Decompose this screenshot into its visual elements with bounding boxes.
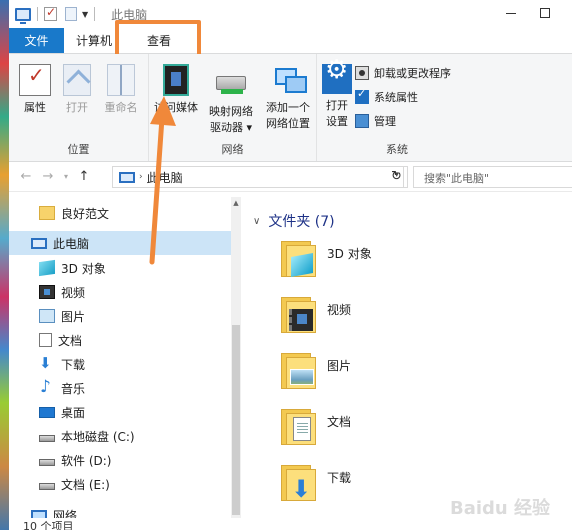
manage-icon: [355, 114, 369, 128]
open-settings-button[interactable]: 打开 设置: [321, 62, 353, 130]
properties-quick-access-icon[interactable]: [44, 5, 57, 21]
folder-3d-objects[interactable]: 3D 对象: [281, 241, 501, 291]
desktop-icon: [39, 406, 55, 418]
pictures-icon: [39, 309, 55, 323]
scroll-up-icon[interactable]: ▲: [231, 199, 241, 207]
nav-item-desktop[interactable]: 桌面: [9, 400, 231, 424]
up-arrow-icon[interactable]: ↑: [73, 169, 95, 184]
chevron-right-icon[interactable]: ›: [139, 172, 143, 182]
ribbon-tabs: 文件 计算机 查看: [9, 20, 572, 62]
nav-item-drive-c[interactable]: 本地磁盘 (C:): [9, 424, 231, 448]
this-pc-icon: [15, 7, 31, 24]
nav-item-videos[interactable]: 视频: [9, 280, 231, 304]
desktop-background-strip: [0, 0, 9, 530]
open-icon: [63, 64, 91, 96]
pictures-folder-icon: [281, 353, 317, 389]
access-media-button[interactable]: 访问媒体: [153, 64, 199, 116]
folder-documents[interactable]: 文档: [281, 409, 501, 459]
drive-icon: [39, 458, 55, 466]
network-location-icon: [273, 64, 307, 96]
quick-access-dropdown-icon[interactable]: ▼: [82, 10, 88, 19]
download-icon: [39, 354, 55, 372]
tab-file[interactable]: 文件: [9, 28, 64, 53]
properties-button[interactable]: 属性: [15, 64, 55, 116]
system-properties-icon: [355, 87, 369, 104]
nav-item-music[interactable]: 音乐: [9, 376, 231, 400]
properties-icon: [19, 64, 51, 96]
tab-view[interactable]: 查看: [124, 28, 194, 53]
tab-computer[interactable]: 计算机: [64, 28, 124, 53]
3d-objects-icon: [39, 259, 55, 277]
settings-gear-icon: [322, 62, 352, 94]
video-icon: [39, 285, 55, 299]
nav-item-favorite-folder[interactable]: 良好范文: [9, 201, 231, 225]
status-item-count: 10 个项目: [9, 518, 241, 530]
drive-icon: [39, 434, 55, 442]
folder-icon: [39, 206, 55, 220]
ribbon: 属性 打开 重命名 位置 访问媒体 映射网络 驱动器 ▾: [9, 54, 572, 162]
baidu-watermark: Baidu 经验: [449, 498, 550, 519]
media-icon: [163, 64, 189, 96]
content-pane: ∨ 文件夹 (7) 3D 对象 视频 图片 文档 下载: [241, 197, 572, 530]
recent-locations-icon[interactable]: ▾: [59, 172, 73, 181]
drive-icon: [39, 482, 55, 490]
music-icon: [39, 377, 55, 397]
address-row: ← → ▾ ↑ › 此电脑 ▾ ↻ 搜索"此电脑": [9, 162, 572, 192]
map-network-drive-button[interactable]: 映射网络 驱动器 ▾: [203, 64, 259, 136]
nav-item-3d-objects[interactable]: 3D 对象: [9, 256, 231, 280]
uninstall-programs-button[interactable]: 卸载或更改程序: [355, 62, 451, 84]
network-group-label: 网络: [221, 143, 244, 156]
nav-item-drive-d[interactable]: 软件 (D:): [9, 448, 231, 472]
title-bar: ▼ 此电脑: [9, 0, 572, 28]
uninstall-icon: [355, 66, 369, 80]
refresh-button[interactable]: ↻: [386, 166, 408, 188]
rename-button[interactable]: 重命名: [99, 64, 143, 116]
nav-scrollbar-thumb[interactable]: [232, 325, 240, 515]
download-folder-icon: [281, 465, 317, 503]
window-title: 此电脑: [111, 7, 148, 22]
file-explorer-window: ▼ 此电脑 文件 计算机 查看 属性 打开 重命名 位置: [9, 0, 572, 530]
address-path: 此电脑: [146, 170, 183, 185]
nav-item-this-pc[interactable]: 此电脑: [9, 231, 231, 255]
nav-item-pictures[interactable]: 图片: [9, 304, 231, 328]
this-pc-icon: [119, 171, 135, 183]
navigation-pane: 良好范文 此电脑 3D 对象 视频 图片 文档 下载 音乐: [9, 197, 241, 530]
folder-videos[interactable]: 视频: [281, 297, 501, 347]
forward-arrow-icon[interactable]: →: [37, 169, 59, 184]
this-pc-icon: [31, 237, 47, 249]
maximize-button[interactable]: [540, 8, 550, 18]
system-properties-button[interactable]: 系统属性: [355, 86, 418, 108]
network-group: 访问媒体 映射网络 驱动器 ▾ 添加一个 网络位置 网络: [149, 54, 317, 161]
back-arrow-icon[interactable]: ←: [15, 169, 37, 184]
video-folder-icon: [281, 297, 317, 333]
system-group-label: 系统: [386, 143, 408, 156]
minimize-button[interactable]: [506, 13, 516, 14]
add-network-location-button[interactable]: 添加一个 网络位置: [261, 64, 315, 132]
nav-item-documents[interactable]: 文档: [9, 328, 231, 352]
location-group-label: 位置: [67, 143, 90, 156]
search-input[interactable]: 搜索"此电脑": [413, 166, 572, 188]
system-group: 打开 设置 卸载或更改程序 系统属性 管理 系统: [317, 54, 477, 161]
nav-item-downloads[interactable]: 下载: [9, 352, 231, 376]
location-group: 属性 打开 重命名 位置: [9, 54, 149, 161]
chevron-down-icon[interactable]: ∨: [253, 216, 260, 227]
address-bar[interactable]: › 此电脑 ▾: [112, 166, 404, 188]
rename-icon: [107, 64, 135, 96]
manage-button[interactable]: 管理: [355, 110, 396, 132]
nav-item-drive-e[interactable]: 文档 (E:): [9, 472, 231, 496]
documents-icon: [39, 333, 52, 347]
nav-scrollbar[interactable]: ▲ ▼: [231, 197, 241, 530]
folder-pictures[interactable]: 图片: [281, 353, 501, 403]
network-drive-icon: [216, 76, 246, 94]
folders-section-header[interactable]: ∨ 文件夹 (7): [253, 211, 335, 231]
3d-objects-folder-icon: [281, 241, 317, 277]
open-button[interactable]: 打开: [57, 64, 97, 116]
documents-folder-icon: [281, 409, 317, 445]
new-folder-quick-access-icon[interactable]: [65, 7, 77, 21]
